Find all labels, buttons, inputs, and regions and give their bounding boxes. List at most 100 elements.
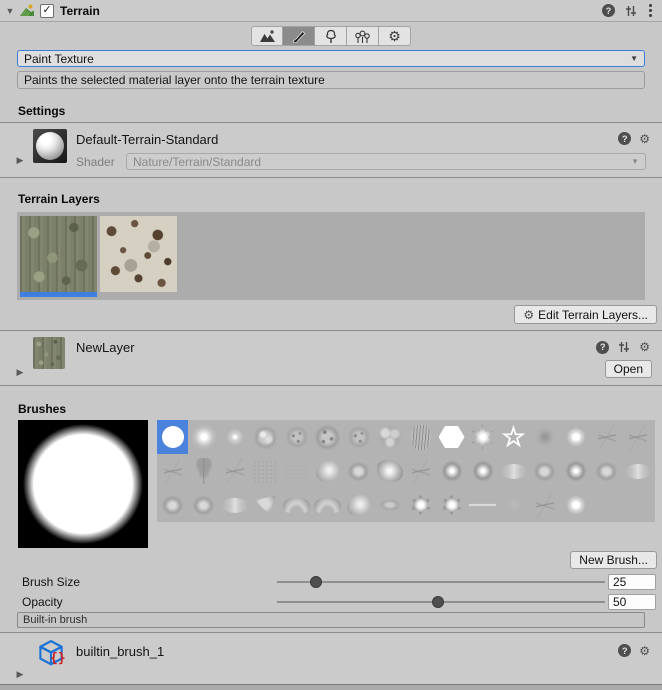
help-icon[interactable]: ?: [618, 644, 631, 657]
brush-size-field[interactable]: 25: [608, 574, 656, 590]
brush-item-26[interactable]: [467, 454, 498, 488]
chevron-down-icon: ▼: [630, 54, 638, 63]
brush-item-14[interactable]: [591, 420, 622, 454]
brush-item-18[interactable]: [219, 454, 250, 488]
brush-item-6[interactable]: [343, 420, 374, 454]
opacity-thumb[interactable]: [432, 596, 444, 608]
tuft-brush-shape: [192, 495, 215, 516]
material-foldout[interactable]: ▶: [12, 155, 28, 166]
brush-asset-inspector: {} builtin_brush_1 ? ⚙ ▶: [0, 632, 662, 685]
help-icon[interactable]: ?: [602, 4, 615, 17]
material-name: Default-Terrain-Standard: [76, 132, 218, 147]
brush-item-23[interactable]: [374, 454, 405, 488]
smudge-brush-shape: [501, 464, 527, 479]
brush-item-44[interactable]: [529, 488, 560, 522]
brush-item-45[interactable]: [560, 488, 591, 522]
big-noise-brush-shape: [314, 424, 341, 451]
opacity-slider[interactable]: [277, 594, 605, 610]
brush-item-34[interactable]: [219, 488, 250, 522]
kebab-menu-icon[interactable]: [647, 3, 654, 18]
brush-size-slider[interactable]: [277, 574, 605, 590]
brush-item-19[interactable]: [250, 454, 281, 488]
component-foldout[interactable]: ▼: [2, 6, 18, 16]
speckle-patch-brush-shape: [253, 460, 278, 483]
brush-item-31[interactable]: [622, 454, 653, 488]
brush-item-13[interactable]: [560, 420, 591, 454]
toolbar-tool-paint-terrain[interactable]: [283, 26, 315, 46]
brush-item-2[interactable]: [219, 420, 250, 454]
paint-tool-dropdown[interactable]: Paint Texture ▼: [17, 50, 645, 67]
brush-item-12[interactable]: [529, 420, 560, 454]
brush-item-22[interactable]: [343, 454, 374, 488]
brush-item-29[interactable]: [560, 454, 591, 488]
brush-item-17[interactable]: [188, 454, 219, 488]
brush-item-39[interactable]: [374, 488, 405, 522]
brush-item-35[interactable]: [250, 488, 281, 522]
brush-item-28[interactable]: [529, 454, 560, 488]
material-preview-sphere: [33, 129, 67, 163]
brush-size-label: Brush Size: [22, 575, 80, 589]
enabled-checkbox[interactable]: ✓: [40, 4, 54, 18]
brush-item-37[interactable]: [312, 488, 343, 522]
edit-terrain-layers-button[interactable]: ⚙ Edit Terrain Layers...: [514, 305, 657, 324]
brush-item-27[interactable]: [498, 454, 529, 488]
brush-item-33[interactable]: [188, 488, 219, 522]
brush-item-1[interactable]: [188, 420, 219, 454]
brush-item-3[interactable]: [250, 420, 281, 454]
brush-asset-foldout[interactable]: ▶: [12, 669, 28, 680]
brush-item-0[interactable]: [157, 420, 188, 454]
brush-item-32[interactable]: [157, 488, 188, 522]
brush-item-41[interactable]: [436, 488, 467, 522]
terrain-layer-speckled-rock[interactable]: [100, 216, 177, 292]
terrain-layer-grass[interactable]: [20, 216, 97, 292]
help-icon[interactable]: ?: [596, 341, 609, 354]
brush-item-30[interactable]: [591, 454, 622, 488]
brush-item-42[interactable]: [467, 488, 498, 522]
leaf-brush-shape: [316, 461, 340, 482]
brush-item-4[interactable]: [281, 420, 312, 454]
wedge-brush-shape: [255, 496, 276, 515]
brush-item-25[interactable]: [436, 454, 467, 488]
help-icon[interactable]: ?: [618, 132, 631, 145]
brush-item-21[interactable]: [312, 454, 343, 488]
layer-foldout[interactable]: ▶: [12, 367, 28, 378]
component-header: ▼ ✓ Terrain ?: [0, 0, 662, 22]
new-brush-button[interactable]: New Brush...: [570, 551, 657, 569]
brush-item-16[interactable]: [157, 454, 188, 488]
brush-item-20[interactable]: [281, 454, 312, 488]
toolbar-tool-paint-details[interactable]: [347, 26, 379, 46]
presets-icon[interactable]: [624, 4, 638, 18]
gear-icon[interactable]: ⚙: [639, 133, 650, 145]
brushes-section-label: Brushes: [18, 402, 66, 416]
gear-icon[interactable]: ⚙: [639, 645, 650, 657]
opacity-field[interactable]: 50: [608, 594, 656, 610]
brush-item-36[interactable]: [281, 488, 312, 522]
shader-dropdown[interactable]: Nature/Terrain/Standard ▼: [126, 153, 646, 170]
streaks-brush-shape: [411, 425, 431, 450]
brush-item-40[interactable]: [405, 488, 436, 522]
toolbar-tool-create-neighbor[interactable]: [251, 26, 283, 46]
presets-icon[interactable]: [617, 340, 631, 354]
brush-preview: [18, 420, 148, 548]
brush-size-thumb[interactable]: [310, 576, 322, 588]
star-outline-brush-shape: ☆: [501, 424, 525, 451]
layer-thumbnail: [33, 337, 65, 369]
toolbar-tool-terrain-settings[interactable]: ⚙: [379, 26, 411, 46]
brush-item-24[interactable]: [405, 454, 436, 488]
toolbar-tool-paint-trees[interactable]: [315, 26, 347, 46]
terrain-inspector: ▼ ✓ Terrain ?: [0, 0, 662, 690]
brush-item-7[interactable]: [374, 420, 405, 454]
brush-item-43[interactable]: [498, 488, 529, 522]
brush-item-10[interactable]: [467, 420, 498, 454]
shader-label: Shader: [76, 155, 115, 169]
brush-item-5[interactable]: [312, 420, 343, 454]
brush-item-9[interactable]: [436, 420, 467, 454]
brush-item-8[interactable]: [405, 420, 436, 454]
brush-item-11[interactable]: ☆: [498, 420, 529, 454]
open-layer-button[interactable]: Open: [605, 360, 652, 378]
brush-item-15[interactable]: [622, 420, 653, 454]
material-inspector: Default-Terrain-Standard ? ⚙ ▶ Shader Na…: [0, 122, 662, 178]
brush-item-38[interactable]: [343, 488, 374, 522]
gear-icon[interactable]: ⚙: [639, 341, 650, 353]
preview-area-divider: [0, 685, 662, 690]
